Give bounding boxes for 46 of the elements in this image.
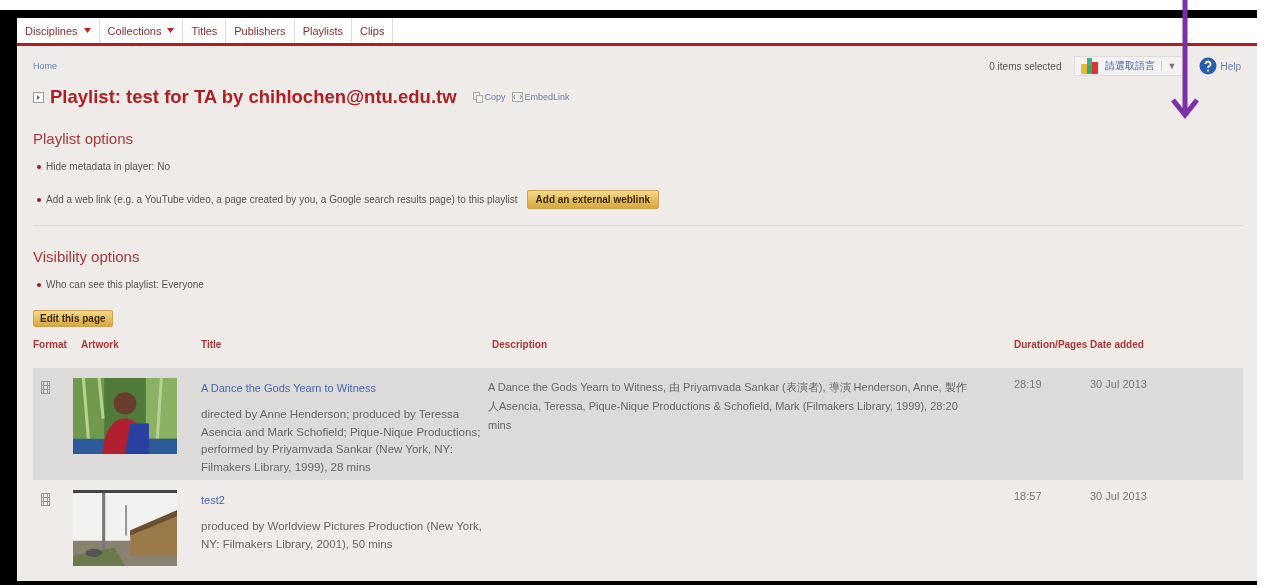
column-header: Date added [1090, 339, 1145, 350]
nav-tab[interactable]: Collections [99, 18, 184, 43]
copy-link[interactable]: Copy [472, 91, 506, 103]
credits-text: directed by Anne Henderson; produced by Teressa Asencia and Mark Schofield; Pique-Nique Productions; performed by Priyamvada Sankar (New York, NY: Filmakers Library, 1999), 28 mins [201, 407, 482, 475]
nav-tab[interactable]: Clips [351, 18, 394, 43]
duration-cell-text: 18:57 [1014, 490, 1043, 502]
help-icon [1199, 57, 1218, 75]
caret-icon [167, 28, 175, 33]
add-weblink-button[interactable]: Add an external weblink [526, 190, 660, 209]
help-link[interactable]: Help [1199, 57, 1241, 75]
expand-icon[interactable] [33, 91, 44, 103]
bullet-icon [37, 164, 41, 169]
video-format-icon [41, 381, 50, 394]
translate-icon [1080, 58, 1099, 74]
duration-cell-text: 28:19 [1014, 378, 1043, 390]
title-link[interactable]: test2 [201, 494, 225, 506]
selection-count: 0 items selected [989, 60, 1062, 72]
column-header: Artwork [81, 339, 120, 350]
nav-tab[interactable]: Titles [183, 18, 227, 43]
description-text: A Dance the Gods Yearn to Witness, 由 Priyamvada Sankar (表演者), 導演 Henderson, Anne, 製作人Asencia, Teressa, Pique-Nique Productions & Schofield, Mark (Filmakers Library, 1999), 28:20 mins [488, 380, 968, 433]
option-text: Add a web link (e.g. a YouTube video, a page created by you, a Google search results page) to this playlist [46, 194, 518, 205]
video-format-icon [41, 493, 50, 506]
date-cell-text: 30 Jul 2013 [1090, 378, 1148, 390]
option-text: Hide metadata in player: No [46, 161, 170, 172]
credits-text: produced by Worldview Pictures Production (New York, NY: Filmakers Library, 2001), 50 mins [201, 519, 484, 552]
caret-icon [83, 28, 91, 33]
copy-icon [472, 91, 483, 103]
edit-page-button[interactable]: Edit this page [33, 310, 113, 327]
column-header: Description [492, 339, 548, 350]
nav-tab[interactable]: Playlists [294, 18, 352, 43]
embed-icon [511, 92, 523, 102]
column-header: Title [201, 339, 223, 350]
title-link[interactable]: A Dance the Gods Yearn to Witness [201, 382, 376, 394]
section-heading: Playlist options [33, 130, 135, 147]
breadcrumb-link[interactable]: Home [33, 61, 57, 71]
embed-link[interactable]: EmbedLink [511, 92, 570, 102]
page-title: Playlist: test for TA by chihlochen@ntu.edu.tw [50, 86, 457, 108]
section-heading: Visibility options [33, 248, 141, 265]
column-header: Duration/Pages [1014, 339, 1089, 350]
nav-tab[interactable]: Disciplines [17, 18, 100, 43]
option-text: Who can see this playlist: Everyone [46, 279, 204, 290]
bullet-icon [37, 282, 41, 287]
date-cell-text: 30 Jul 2013 [1090, 490, 1148, 502]
column-header: Format [33, 339, 68, 350]
bullet-icon [37, 197, 41, 202]
nav-tab[interactable]: Publishers [226, 18, 295, 43]
